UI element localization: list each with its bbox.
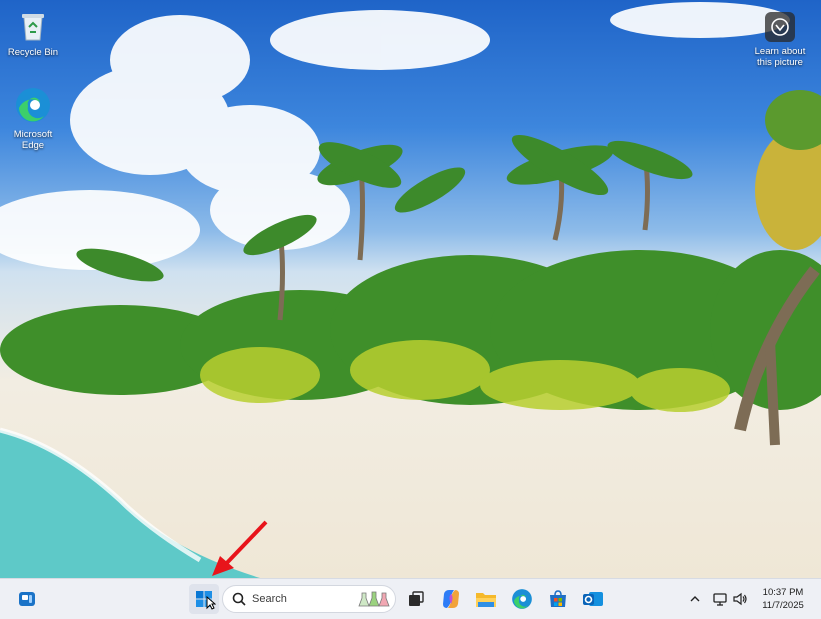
- wallpaper-beach-image: [0, 2, 821, 578]
- search-icon: [232, 592, 246, 606]
- edge-icon: [2, 86, 64, 127]
- taskbar: Search 10:37 PM 11/7/2025: [0, 578, 821, 619]
- microsoft-store-button[interactable]: [543, 584, 573, 614]
- system-clock[interactable]: 10:37 PM 11/7/2025: [752, 586, 814, 612]
- volume-button[interactable]: [729, 584, 751, 614]
- camera-icon: [765, 12, 795, 42]
- network-icon: [713, 593, 727, 606]
- store-icon: [550, 590, 566, 607]
- desktop-icon-recycle-bin[interactable]: Recycle Bin: [2, 10, 64, 58]
- outlook-icon: [583, 592, 603, 606]
- clock-time: 10:37 PM: [762, 587, 804, 598]
- folder-icon: [476, 593, 496, 607]
- learn-about-label: Learn about this picture: [754, 46, 806, 68]
- desktop-background: Recycle Bin Microsoft Edge Learn about t…: [0, 0, 821, 578]
- clock-date: 11/7/2025: [762, 600, 804, 611]
- edge-icon: [512, 589, 532, 609]
- outlook-button[interactable]: [578, 584, 608, 614]
- copilot-button[interactable]: [436, 584, 466, 614]
- widgets-button[interactable]: [12, 584, 42, 614]
- search-box[interactable]: Search: [222, 585, 396, 613]
- show-hidden-icons-button[interactable]: [684, 584, 706, 614]
- desktop-icon-microsoft-edge[interactable]: Microsoft Edge: [2, 86, 64, 151]
- edge-taskbar-button[interactable]: [507, 584, 537, 614]
- chevron-up-icon: [690, 596, 700, 602]
- recycle-bin-icon: [2, 10, 64, 45]
- file-explorer-button[interactable]: [471, 584, 501, 614]
- task-view-icon: [409, 591, 424, 606]
- start-button[interactable]: [189, 584, 219, 614]
- desktop-icon-label: Microsoft Edge: [13, 129, 53, 151]
- desktop-icon-label: Recycle Bin: [7, 47, 59, 58]
- copilot-icon: [443, 590, 459, 608]
- task-view-button[interactable]: [401, 584, 431, 614]
- annotation-arrow-icon: [212, 520, 268, 576]
- learn-about-this-picture[interactable]: Learn about this picture: [748, 12, 812, 68]
- search-placeholder: Search: [252, 593, 287, 605]
- widgets-icon: [19, 592, 35, 606]
- mouse-cursor-icon: [206, 596, 216, 610]
- volume-icon: [733, 592, 747, 606]
- search-highlight-flasks-icon: [358, 591, 390, 607]
